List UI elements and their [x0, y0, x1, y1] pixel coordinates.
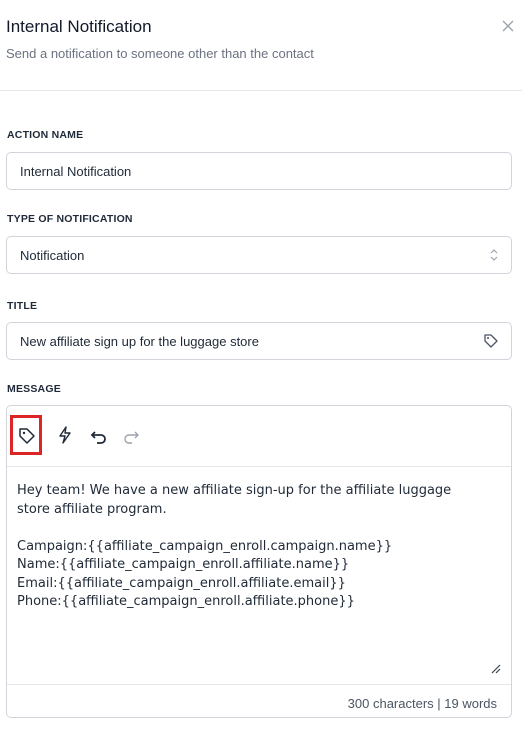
- message-label: MESSAGE: [7, 383, 61, 395]
- panel-header: Internal Notification Send a notificatio…: [0, 0, 522, 91]
- lightning-icon[interactable]: [55, 425, 75, 445]
- resize-handle-icon[interactable]: [489, 662, 501, 674]
- footer-divider: [7, 684, 511, 685]
- editor-toolbar: [7, 406, 511, 466]
- panel-subtitle: Send a notification to someone other tha…: [6, 46, 314, 61]
- panel-title: Internal Notification: [6, 17, 152, 36]
- action-name-value: Internal Notification: [20, 164, 132, 179]
- action-name-label: ACTION NAME: [7, 129, 84, 141]
- chevron-up-down-icon: [490, 249, 498, 261]
- action-name-input[interactable]: Internal Notification: [6, 152, 512, 190]
- toolbar-divider: [7, 466, 511, 467]
- message-body[interactable]: Hey team! We have a new affiliate sign-u…: [17, 482, 502, 612]
- title-input[interactable]: New affiliate sign up for the luggage st…: [6, 322, 512, 360]
- char-word-counter: 300 characters | 19 words: [347, 696, 497, 711]
- notification-type-select[interactable]: Notification: [6, 236, 512, 274]
- close-icon[interactable]: [500, 18, 516, 34]
- notification-type-value: Notification: [20, 248, 85, 263]
- undo-icon[interactable]: [89, 426, 109, 446]
- notification-type-label: TYPE OF NOTIFICATION: [7, 213, 133, 225]
- tag-icon[interactable]: [483, 333, 499, 349]
- redo-icon[interactable]: [121, 426, 141, 446]
- message-editor[interactable]: Hey team! We have a new affiliate sign-u…: [6, 405, 512, 718]
- tag-icon[interactable]: [17, 426, 37, 446]
- title-value: New affiliate sign up for the luggage st…: [20, 334, 259, 349]
- title-label: TITLE: [7, 300, 38, 312]
